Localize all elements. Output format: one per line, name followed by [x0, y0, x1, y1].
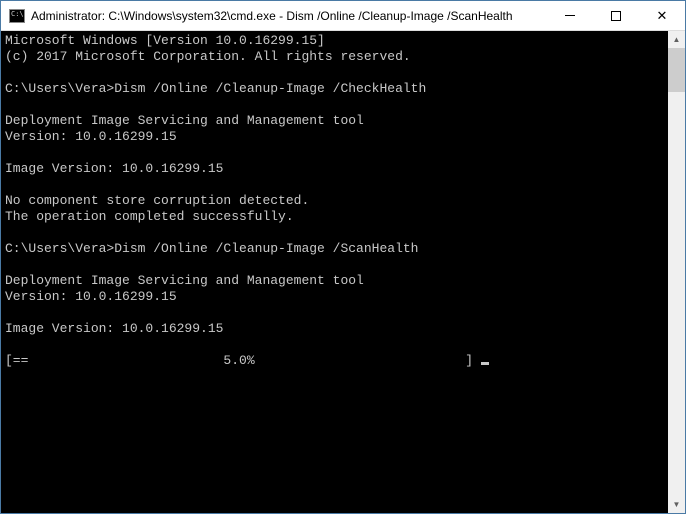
terminal-output[interactable]: Microsoft Windows [Version 10.0.16299.15…	[1, 31, 668, 513]
scroll-down-button[interactable]: ▼	[668, 496, 685, 513]
scroll-track[interactable]	[668, 48, 685, 496]
minimize-icon	[565, 15, 575, 16]
cmd-window: Administrator: C:\Windows\system32\cmd.e…	[0, 0, 686, 514]
scroll-up-button[interactable]: ▲	[668, 31, 685, 48]
scroll-thumb[interactable]	[668, 48, 685, 92]
close-icon: ✕	[657, 8, 668, 24]
titlebar[interactable]: Administrator: C:\Windows\system32\cmd.e…	[1, 1, 685, 31]
terminal-text: Microsoft Windows [Version 10.0.16299.15…	[5, 33, 426, 336]
close-button[interactable]: ✕	[639, 1, 685, 30]
vertical-scrollbar[interactable]: ▲ ▼	[668, 31, 685, 513]
window-controls: ✕	[547, 1, 685, 30]
terminal-area: Microsoft Windows [Version 10.0.16299.15…	[1, 31, 685, 513]
progress-line: [== 5.0% ]	[5, 353, 481, 368]
window-title: Administrator: C:\Windows\system32\cmd.e…	[31, 9, 547, 23]
cursor	[481, 362, 489, 365]
cmd-icon	[9, 9, 25, 23]
maximize-icon	[611, 11, 621, 21]
minimize-button[interactable]	[547, 1, 593, 30]
maximize-button[interactable]	[593, 1, 639, 30]
